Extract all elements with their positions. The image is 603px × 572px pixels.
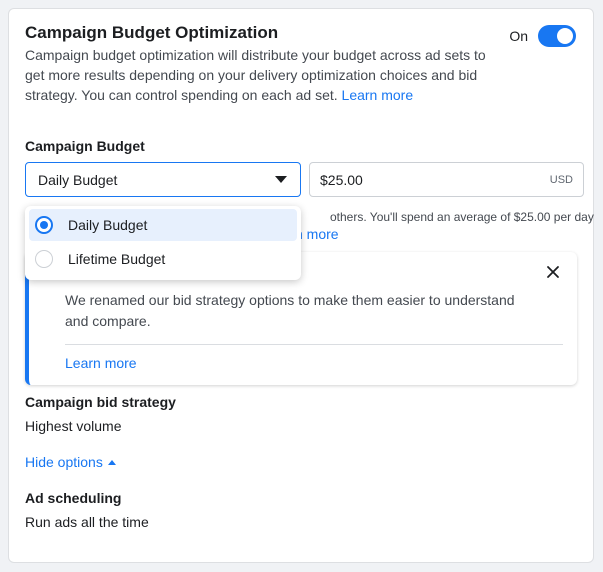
hide-options-label: Hide options bbox=[25, 454, 103, 470]
ad-scheduling-label: Ad scheduling bbox=[25, 490, 122, 506]
campaign-budget-label: Campaign Budget bbox=[25, 138, 145, 154]
campaign-budget-card: Campaign Budget Optimization On Campaign… bbox=[8, 8, 594, 563]
bid-strategy-value: Highest volume bbox=[25, 418, 122, 434]
bid-strategy-label: Campaign bid strategy bbox=[25, 394, 176, 410]
menu-item-label: Daily Budget bbox=[68, 217, 148, 233]
budget-hint-link[interactable]: n more bbox=[295, 224, 339, 244]
budget-type-select[interactable]: Daily Budget bbox=[25, 162, 301, 197]
divider bbox=[65, 344, 563, 345]
currency-label: USD bbox=[549, 173, 573, 186]
learn-more-link[interactable]: Learn more bbox=[342, 87, 414, 103]
description-text: Campaign budget optimization will distri… bbox=[25, 47, 486, 103]
radio-selected-icon[interactable] bbox=[35, 216, 53, 234]
budget-amount-input[interactable]: $25.00 USD bbox=[309, 162, 584, 197]
menu-item-label: Lifetime Budget bbox=[68, 251, 166, 267]
radio-unselected-icon[interactable] bbox=[35, 250, 53, 268]
budget-type-dropdown-menu: Daily Budget Lifetime Budget bbox=[25, 206, 301, 280]
menu-item-daily-budget[interactable]: Daily Budget bbox=[29, 209, 297, 241]
budget-type-value: Daily Budget bbox=[38, 171, 118, 188]
caret-up-icon bbox=[107, 459, 116, 465]
close-icon[interactable] bbox=[543, 262, 563, 282]
cbo-toggle-wrap: On bbox=[509, 25, 576, 47]
info-box-text: We renamed our bid strategy options to m… bbox=[65, 292, 515, 329]
budget-hint-text: others. You'll spend an average of $25.0… bbox=[330, 210, 594, 224]
cbo-toggle[interactable] bbox=[538, 25, 576, 47]
section-title: Campaign Budget Optimization bbox=[25, 23, 279, 42]
info-learn-more-link[interactable]: Learn more bbox=[65, 355, 137, 371]
caret-down-icon bbox=[275, 176, 287, 183]
ad-scheduling-value: Run ads all the time bbox=[25, 514, 149, 530]
hide-options-link[interactable]: Hide options bbox=[25, 454, 116, 470]
toggle-label: On bbox=[509, 28, 528, 44]
budget-amount-value: $25.00 bbox=[320, 171, 363, 188]
menu-item-lifetime-budget[interactable]: Lifetime Budget bbox=[29, 243, 297, 275]
section-description: Campaign budget optimization will distri… bbox=[25, 45, 495, 105]
